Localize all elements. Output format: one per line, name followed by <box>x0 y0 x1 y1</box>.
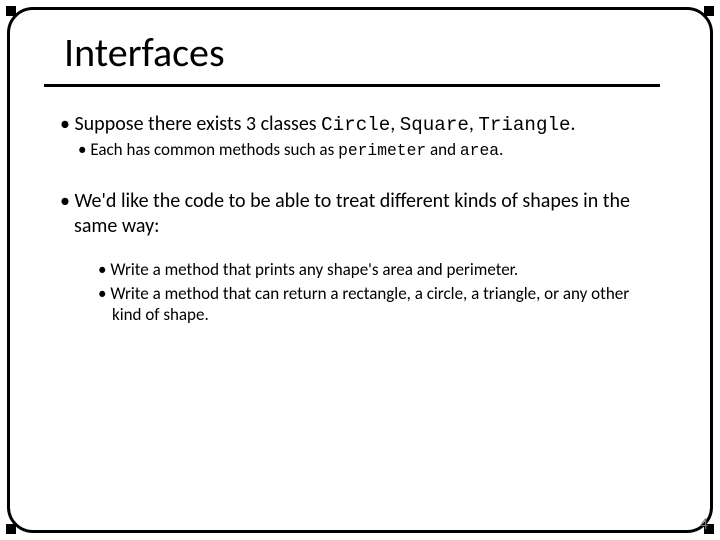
bullet-return-any-shape: Write a method that can return a rectang… <box>60 283 660 326</box>
bullet-suppose-classes: Suppose there exists 3 classes Circle, S… <box>60 112 660 137</box>
code-area: area <box>460 141 499 160</box>
bullet-treat-same-way: We'd like the code to be able to treat d… <box>60 189 660 239</box>
text-fragment: . <box>571 112 576 136</box>
code-triangle: Triangle <box>478 114 570 136</box>
slide: Interfaces Suppose there exists 3 classe… <box>0 0 720 540</box>
text-fragment: Write a method that can return a rectang… <box>110 283 629 325</box>
page-number: 4 <box>700 515 708 534</box>
bullet-common-methods: Each has common methods such as perimete… <box>60 139 660 161</box>
code-square: Square <box>400 114 469 136</box>
text-fragment: , <box>390 112 400 136</box>
text-fragment: , <box>469 112 479 136</box>
text-fragment: and <box>426 139 460 160</box>
text-fragment: Each has common methods such as <box>90 139 338 160</box>
spacer <box>60 163 660 189</box>
text-fragment: We'd like the code to be able to treat d… <box>74 189 630 238</box>
slide-title: Interfaces <box>64 28 225 77</box>
text-fragment: Write a method that prints any shape's a… <box>110 259 518 280</box>
bullet-print-area-perimeter: Write a method that prints any shape's a… <box>60 259 660 280</box>
code-perimeter: perimeter <box>338 141 426 160</box>
code-circle: Circle <box>321 114 390 136</box>
spacer <box>60 241 660 259</box>
text-fragment: . <box>499 139 503 160</box>
title-underline <box>44 84 660 87</box>
text-fragment: Suppose there exists 3 classes <box>74 112 321 136</box>
slide-body: Suppose there exists 3 classes Circle, S… <box>60 112 660 327</box>
